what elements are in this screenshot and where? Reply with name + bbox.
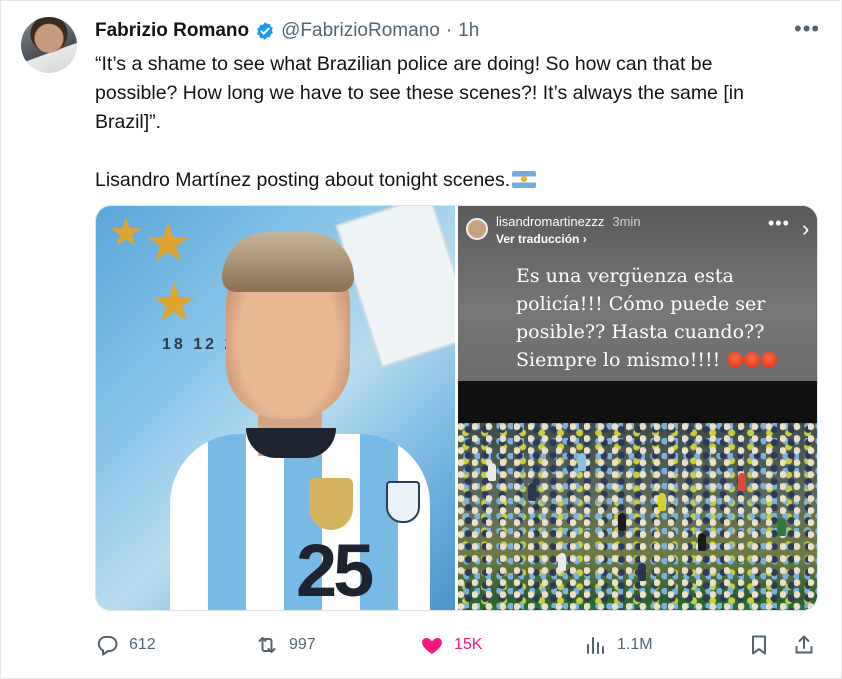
fan-figure (528, 483, 536, 501)
story-text-line: Siempre lo mismo!!!! (516, 346, 806, 374)
stadium-crowd (458, 423, 817, 610)
fan-figure (558, 553, 566, 571)
fan-figure (578, 453, 586, 471)
tweet-media: ★ ★ ★ 18 12 2 25 lisandromartinezzz 3min … (95, 205, 818, 611)
tweet-text-line: Lisandro Martínez posting about tonight … (95, 166, 815, 195)
story-time: 3min (612, 214, 641, 229)
reply-button[interactable]: 612 (95, 630, 156, 660)
story-more-icon: ••• (768, 213, 790, 233)
bookmark-button[interactable] (747, 630, 771, 660)
fan-figure (698, 533, 706, 551)
tweet-actions: 612 997 15K 1.1M (95, 630, 815, 660)
star-icon: ★ (108, 211, 144, 255)
tweet-text: “It’s a shame to see what Brazilian poli… (95, 50, 815, 195)
tweet-text-line: “It’s a shame to see what Brazilian poli… (95, 53, 713, 75)
like-button[interactable]: 15K (420, 630, 482, 660)
reply-icon (97, 636, 118, 656)
story-text-line: Es una vergüenza esta (516, 265, 734, 287)
fan-figure (618, 513, 626, 531)
tweet-text-line: Brazil]”. (95, 111, 162, 133)
tweet-text-line: possible? How long we have to see these … (95, 82, 744, 104)
star-icon: ★ (150, 273, 199, 333)
separator-dot: · (445, 20, 453, 41)
argentina-flag-icon (512, 171, 537, 188)
bookmark-icon (752, 635, 766, 655)
afa-crest (386, 481, 420, 523)
story-next-icon: › (802, 216, 810, 241)
author-avatar[interactable] (21, 17, 77, 73)
player-photo[interactable]: ★ ★ ★ 18 12 2 25 (96, 206, 455, 610)
like-count: 15K (454, 636, 483, 653)
star-icon: ★ (144, 213, 193, 273)
tweet-text-span: Lisandro Martínez posting about tonight … (95, 169, 511, 191)
story-avatar (466, 218, 488, 240)
fan-figure (738, 473, 746, 491)
fan-figure (488, 463, 496, 481)
story-text-line: policía!!! Cómo puede ser (516, 293, 766, 315)
share-icon (795, 635, 813, 654)
angry-face-icon (744, 352, 761, 368)
fifa-badge (309, 478, 353, 530)
fan-figure (778, 518, 786, 536)
fan-figure (638, 563, 646, 581)
story-text-line: posible?? Hasta cuando?? (516, 321, 765, 343)
instagram-story-screenshot[interactable]: lisandromartinezzz 3min Ver traducción › … (458, 206, 817, 610)
story-translate: Ver traducción › (496, 232, 587, 246)
wall-poster (335, 206, 455, 368)
angry-face-icon (761, 352, 778, 368)
repost-count: 997 (289, 636, 316, 653)
jersey-number: 25 (296, 529, 374, 610)
repost-icon (258, 637, 276, 653)
tweet-timestamp[interactable]: 1h (458, 20, 479, 42)
player-hair (222, 232, 354, 292)
story-header: lisandromartinezzz 3min (496, 214, 641, 229)
story-message: Es una vergüenza esta policía!!! Cómo pu… (516, 262, 806, 374)
author-handle[interactable]: @FabrizioRomano (281, 20, 440, 42)
angry-face-icon (727, 352, 744, 368)
share-button[interactable] (792, 630, 816, 660)
verified-badge-icon (257, 22, 273, 40)
view-count: 1.1M (617, 636, 653, 653)
story-username: lisandromartinezzz (496, 214, 605, 229)
heart-filled-icon (422, 638, 442, 654)
author-name[interactable]: Fabrizio Romano (95, 20, 249, 42)
analytics-icon (587, 637, 604, 654)
more-options-icon[interactable]: ••• (794, 18, 820, 40)
tweet-header: Fabrizio Romano @FabrizioRomano · 1h (95, 18, 479, 44)
reply-count: 612 (129, 636, 156, 653)
repost-button[interactable]: 997 (255, 630, 316, 660)
views-button[interactable]: 1.1M (583, 630, 653, 660)
fan-figure (658, 493, 666, 511)
story-text-span: Siempre lo mismo!!!! (516, 349, 721, 371)
stadium-roof (458, 381, 817, 423)
